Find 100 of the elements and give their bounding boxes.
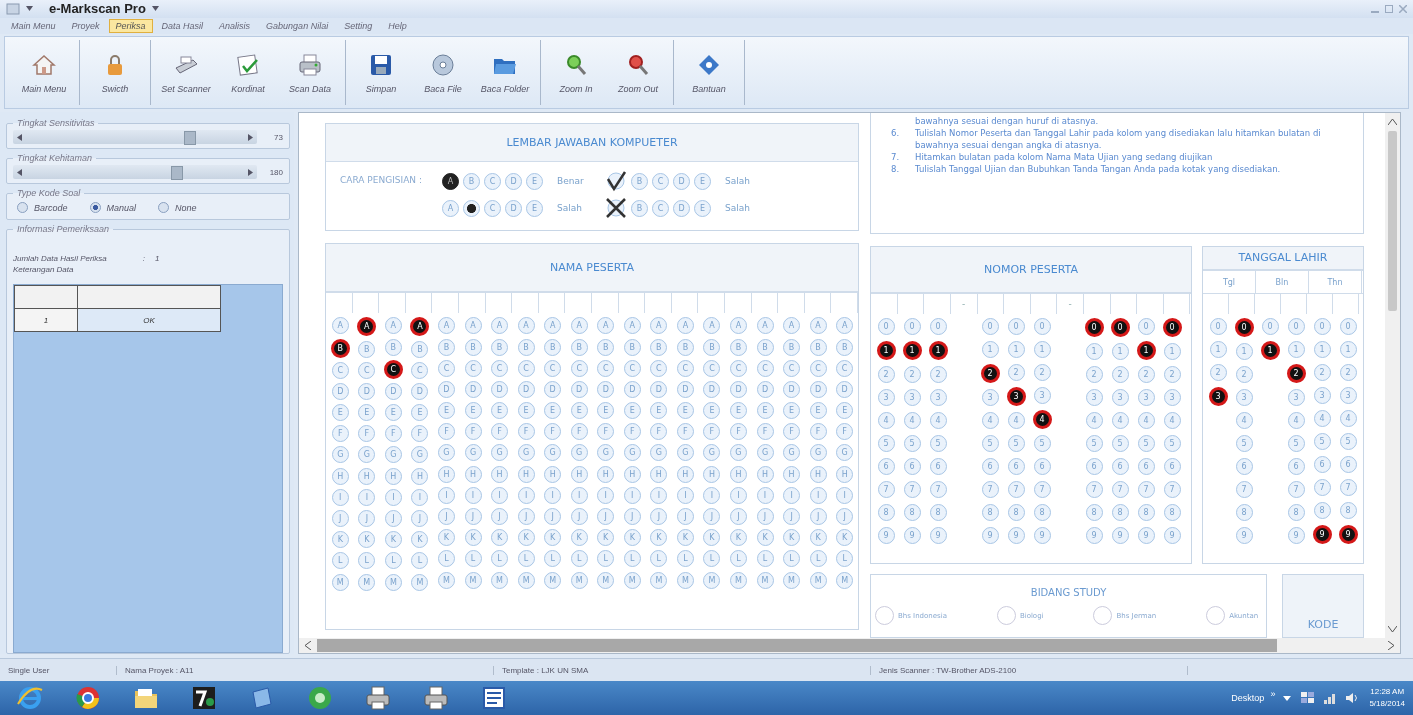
ribbon-button[interactable]: Baca File xyxy=(414,40,472,106)
toolbar-label[interactable]: Desktop xyxy=(1231,693,1265,703)
ribbon-button[interactable]: Simpan xyxy=(352,40,410,106)
answer-bubble: 5 xyxy=(1313,433,1331,451)
answer-bubble: B xyxy=(597,338,615,356)
ribbon-button[interactable]: Zoom Out xyxy=(609,40,667,106)
radio-button[interactable] xyxy=(158,202,170,214)
clock-time[interactable]: 12:28 AM xyxy=(1370,687,1405,697)
slider-thumb[interactable] xyxy=(171,166,184,181)
status-text: Single User xyxy=(0,665,117,675)
arrow-left-icon[interactable] xyxy=(17,168,22,176)
menu-tab[interactable]: Setting xyxy=(337,19,380,34)
scrollbar-thumb[interactable] xyxy=(1388,131,1397,312)
slider-thumb[interactable] xyxy=(183,131,196,146)
answer-bubble: L xyxy=(570,550,588,568)
menu-tab[interactable]: Analisis xyxy=(212,19,258,34)
answer-bubble: G xyxy=(836,444,854,462)
menu-tab[interactable]: Gabungan Nilai xyxy=(259,19,336,34)
method-label: CARA PENGISIAN : xyxy=(340,174,423,188)
menu-tab[interactable]: Periksa xyxy=(108,19,153,34)
answer-bubble: M xyxy=(809,571,827,589)
answer-bubble: I xyxy=(570,486,588,504)
answer-bubble: 6 xyxy=(1033,458,1051,476)
answer-bubble: 5 xyxy=(929,435,947,453)
answer-bubble: A xyxy=(544,317,562,335)
ribbon-button[interactable]: Zoom In xyxy=(547,40,605,106)
caret-icon[interactable] xyxy=(151,6,159,12)
arrow-right-icon[interactable] xyxy=(248,168,253,176)
menu-tab[interactable]: Proyek xyxy=(64,19,107,34)
answer-bubble: 3 xyxy=(1006,387,1026,407)
answer-bubble: I xyxy=(597,486,615,504)
answer-bubble: J xyxy=(729,508,747,526)
answer-bubble: M xyxy=(783,571,801,589)
answer-bubble: M xyxy=(517,571,535,589)
slider-track[interactable] xyxy=(13,165,257,180)
answer-bubble: D xyxy=(783,380,801,398)
answer-bubble: I xyxy=(623,486,641,504)
ribbon-button[interactable]: Kordinat xyxy=(219,40,277,106)
clock-date[interactable]: 5/18/2014 xyxy=(1369,699,1405,709)
answer-bubble: 6 xyxy=(1313,456,1331,474)
answer-bubble: J xyxy=(491,508,509,526)
ribbon-button[interactable]: Main Menu xyxy=(15,40,73,106)
radio-button[interactable] xyxy=(89,202,101,214)
answer-bubble: C xyxy=(517,359,535,377)
caret-icon[interactable] xyxy=(1283,694,1292,702)
answer-bubble: E xyxy=(676,402,694,420)
instruction-text: Tulislah Nomor Peserta dan Tanggal Lahir pada kolom yang disediakan lalu hitamkan bulatan di bawahnya sesuai dengan angka di atasnya. xyxy=(915,127,1322,152)
answer-bubble: D xyxy=(673,199,690,217)
answer-bubble: I xyxy=(491,486,509,504)
answer-bubble: H xyxy=(384,467,402,485)
caret-icon[interactable] xyxy=(26,6,33,12)
answer-bubble: 3 xyxy=(1313,387,1331,405)
radio-label: Manual xyxy=(106,202,137,213)
answer-bubble: G xyxy=(411,446,429,464)
speaker-icon[interactable] xyxy=(1345,692,1360,704)
answer-bubble: 1 xyxy=(928,341,948,361)
scroll-up-icon[interactable] xyxy=(1388,119,1397,126)
answer-bubble: 1 xyxy=(1033,341,1051,359)
answer-bubble: H xyxy=(570,465,588,483)
answer-bubble: 5 xyxy=(1085,435,1103,453)
scroll-right-icon[interactable] xyxy=(1388,641,1394,651)
arrow-right-icon[interactable] xyxy=(248,133,253,141)
scroll-down-icon[interactable] xyxy=(1388,626,1397,633)
circle-icon xyxy=(306,684,334,712)
ribbon-button[interactable]: Swicth xyxy=(86,40,144,106)
answer-bubble: D xyxy=(756,380,774,398)
answer-bubble: 3 xyxy=(1287,389,1305,407)
ribbon-button[interactable]: Baca Folder xyxy=(476,40,534,106)
answer-bubble: C xyxy=(623,359,641,377)
answer-bubble: 0 xyxy=(1084,318,1104,338)
radio-label: Barcode xyxy=(34,202,68,213)
instruction-text: bawahnya sesuai dengan huruf di atasnya. xyxy=(915,115,1099,128)
group-label: Tingkat Kehitaman xyxy=(16,153,93,164)
answer-bubble: K xyxy=(729,529,747,547)
answer-bubble: F xyxy=(331,425,349,443)
scroll-left-icon[interactable] xyxy=(305,641,311,651)
answer-bubble: B xyxy=(330,338,350,358)
network-icon[interactable] xyxy=(1323,692,1338,704)
ribbon-button[interactable]: Bantuan xyxy=(680,40,738,106)
example-label: Salah xyxy=(556,203,583,214)
radio-button[interactable] xyxy=(17,202,28,214)
flag-icon[interactable] xyxy=(1301,692,1316,704)
menu-tab[interactable]: Main Menu xyxy=(4,19,63,34)
answer-bubble: C xyxy=(597,359,615,377)
chevron-text[interactable]: » xyxy=(1270,681,1276,699)
slider-value: 73 xyxy=(273,132,283,142)
answer-bubble: D xyxy=(673,172,690,190)
menu-tab[interactable]: Data Hasil xyxy=(154,19,211,34)
answer-bubble: C xyxy=(484,199,501,217)
answer-bubble: 5 xyxy=(1339,433,1357,451)
answer-bubble: 0 xyxy=(1209,318,1227,336)
answer-bubble: F xyxy=(809,423,827,441)
ribbon-button[interactable]: Scan Data xyxy=(281,40,339,106)
arrow-left-icon[interactable] xyxy=(17,133,22,141)
answer-bubble: M xyxy=(570,571,588,589)
slider-track[interactable] xyxy=(13,130,257,145)
scrollbar-thumb[interactable] xyxy=(317,639,1277,653)
answer-bubble: 0 xyxy=(1287,318,1305,336)
menu-tab[interactable]: Help xyxy=(381,19,414,34)
ribbon-button[interactable]: Set Scanner xyxy=(157,40,215,106)
